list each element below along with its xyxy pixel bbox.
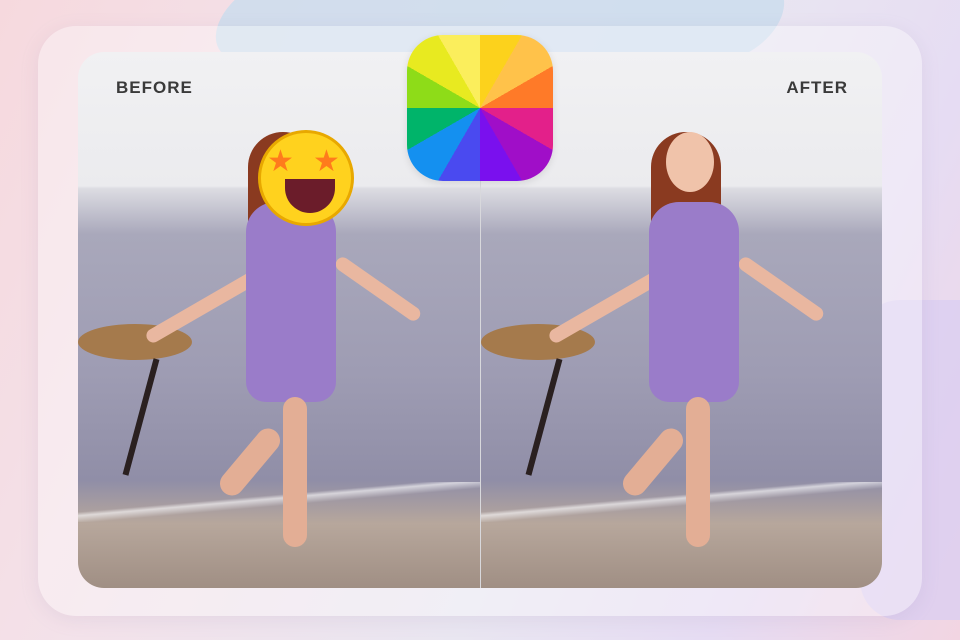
before-label: BEFORE — [116, 78, 193, 97]
hat-strap — [122, 358, 160, 476]
hat-strap — [525, 358, 563, 476]
leg — [686, 397, 710, 547]
emoji-mouth — [285, 179, 335, 213]
star-icon: ★ — [313, 145, 340, 178]
shore-wave — [481, 482, 882, 522]
shore-wave — [78, 482, 480, 522]
star-struck-emoji-icon: ★ ★ — [258, 130, 354, 226]
arm — [333, 254, 423, 324]
purple-dress — [649, 202, 739, 402]
star-icon: ★ — [267, 145, 294, 178]
color-wheel-app-icon — [407, 35, 553, 181]
leg — [283, 397, 307, 547]
face — [666, 132, 714, 192]
purple-dress — [246, 202, 336, 402]
after-label: AFTER — [786, 78, 848, 97]
arm — [736, 254, 826, 324]
